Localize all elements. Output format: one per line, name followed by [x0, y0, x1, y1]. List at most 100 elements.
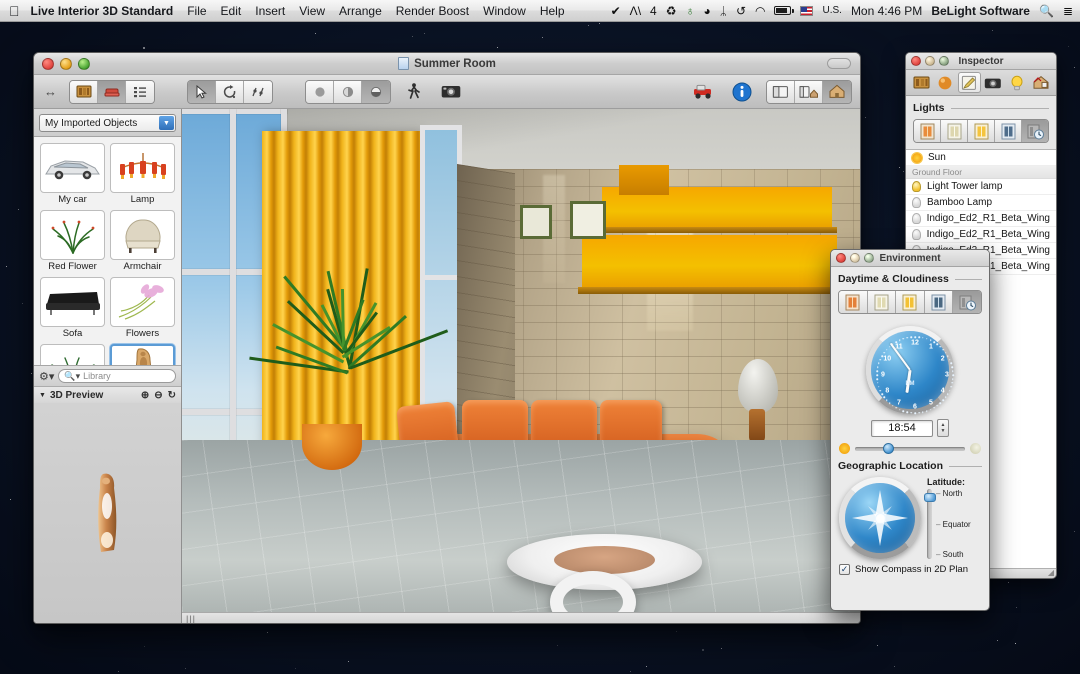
- resize-handle-icon[interactable]: ↔: [42, 84, 59, 99]
- list-item[interactable]: Indigo_Ed2_R1_Beta_Wing: [906, 227, 1056, 243]
- menu-help[interactable]: Help: [540, 4, 565, 18]
- viewport-horizontal-scrollbar[interactable]: |||: [182, 612, 860, 624]
- list-item[interactable]: Light Tower lamp: [906, 179, 1056, 195]
- bulb-icon[interactable]: [912, 181, 921, 192]
- scrollbar-grip-icon[interactable]: |||: [186, 614, 196, 624]
- library-item-bush[interactable]: Bush: [40, 344, 105, 365]
- photo-render-button[interactable]: [362, 81, 390, 103]
- plan-view-button[interactable]: [767, 81, 795, 103]
- walkthrough-tool[interactable]: [401, 75, 427, 108]
- preview-3d-viewport[interactable]: [34, 403, 181, 624]
- 3d-view-button[interactable]: [823, 81, 851, 103]
- light-mode-warm[interactable]: [914, 120, 941, 142]
- daytime-night[interactable]: [925, 291, 954, 313]
- bulb-icon[interactable]: [912, 197, 921, 208]
- daytime-sunset[interactable]: [839, 291, 868, 313]
- library-category-dropdown[interactable]: My Imported Objects ▼: [39, 114, 176, 132]
- apple-menu-icon[interactable]: : [9, 4, 20, 18]
- chevron-down-icon[interactable]: ▼: [159, 116, 174, 130]
- flag-icon[interactable]: [800, 6, 813, 16]
- recycle-icon[interactable]: ♻: [666, 4, 677, 18]
- light-mode-auto[interactable]: [1022, 120, 1048, 142]
- show-compass-checkbox[interactable]: ✓: [839, 564, 850, 575]
- daytime-custom-clock[interactable]: [953, 291, 981, 313]
- wifi-icon[interactable]: ◠: [755, 4, 765, 18]
- library-search-input[interactable]: 🔍▾ Library: [58, 369, 176, 383]
- latitude-slider[interactable]: [927, 489, 932, 559]
- menu-file[interactable]: File: [187, 4, 206, 18]
- rotate-tool[interactable]: [216, 81, 244, 103]
- globe-icon[interactable]: ♁: [685, 4, 694, 18]
- disclosure-triangle-icon[interactable]: ▼: [39, 392, 46, 399]
- library-item-red-flower[interactable]: Red Flower: [40, 210, 105, 273]
- info-button[interactable]: [728, 75, 756, 108]
- time-machine-icon[interactable]: ↺: [736, 4, 746, 18]
- materials-button[interactable]: [70, 81, 98, 103]
- menu-insert[interactable]: Insert: [255, 4, 285, 18]
- library-item-sofa[interactable]: Sofa: [40, 277, 105, 340]
- inspector-tab-environment[interactable]: [1030, 72, 1053, 93]
- menu-arrange[interactable]: Arrange: [339, 4, 382, 18]
- light-mode-bright[interactable]: [968, 120, 995, 142]
- camera-tool[interactable]: [437, 75, 465, 108]
- menu-edit[interactable]: Edit: [221, 4, 242, 18]
- compass-dial[interactable]: [839, 477, 921, 559]
- inspector-tab-camera[interactable]: [982, 72, 1005, 93]
- gear-icon[interactable]: ⚙▾: [39, 370, 54, 383]
- select-tool[interactable]: [188, 81, 216, 103]
- stepper-down-icon[interactable]: ▼: [941, 428, 946, 434]
- time-input[interactable]: 18:54: [871, 420, 933, 437]
- light-mode-neutral[interactable]: [941, 120, 968, 142]
- list-item[interactable]: Bamboo Lamp: [906, 195, 1056, 211]
- library-item-statue[interactable]: Statue: [110, 344, 175, 365]
- show-compass-row[interactable]: ✓ Show Compass in 2D Plan: [831, 559, 989, 575]
- slider-knob[interactable]: [883, 443, 894, 454]
- daytime-overcast[interactable]: [868, 291, 897, 313]
- latitude-knob[interactable]: [924, 493, 936, 502]
- properties-list-button[interactable]: [126, 81, 154, 103]
- resize-grip-icon[interactable]: ◢: [1048, 568, 1054, 577]
- light-mode-cool[interactable]: [995, 120, 1022, 142]
- menu-window[interactable]: Window: [483, 4, 526, 18]
- drive-mode-button[interactable]: [688, 75, 718, 108]
- current-user[interactable]: BeLight Software: [931, 4, 1030, 18]
- inspector-tab-lights[interactable]: [1006, 72, 1029, 93]
- menu-app-name[interactable]: Live Interior 3D Standard: [31, 4, 174, 18]
- inspector-tab-edit[interactable]: [958, 72, 981, 93]
- zoom-out-icon[interactable]: ⊖: [154, 390, 162, 401]
- library-item-lamp[interactable]: Lamp: [110, 143, 175, 206]
- droplet-icon[interactable]: ◕: [703, 4, 710, 18]
- library-item-flowers[interactable]: Flowers: [110, 277, 175, 340]
- render-viewport[interactable]: |||: [182, 109, 860, 624]
- input-locale-label[interactable]: U.S.: [822, 5, 841, 16]
- library-item-armchair[interactable]: Armchair: [110, 210, 175, 273]
- furniture-button[interactable]: [98, 81, 126, 103]
- bulb-icon[interactable]: [912, 229, 921, 240]
- list-item[interactable]: Indigo_Ed2_R1_Beta_Wing: [906, 211, 1056, 227]
- split-view-button[interactable]: [795, 81, 823, 103]
- time-of-day-clock[interactable]: 12 1 2 3 4 5 6 7 8 9 10 11 PM: [866, 326, 954, 414]
- search-icon[interactable]: 🔍: [1039, 4, 1054, 18]
- library-item-my-car[interactable]: My car: [40, 143, 105, 206]
- bulb-icon[interactable]: [912, 213, 921, 224]
- zoom-in-icon[interactable]: ⊕: [141, 390, 149, 401]
- inspector-title-bar[interactable]: Inspector: [906, 53, 1056, 70]
- time-of-day-slider[interactable]: [855, 447, 965, 451]
- toolbar-toggle-button[interactable]: [827, 58, 851, 69]
- window-title-bar[interactable]: Summer Room: [34, 53, 860, 75]
- inspector-tab-material[interactable]: [934, 72, 957, 93]
- menu-render-boost[interactable]: Render Boost: [396, 4, 469, 18]
- environment-title-bar[interactable]: Environment: [831, 250, 989, 267]
- menu-bar-clock[interactable]: Mon 4:46 PM: [851, 4, 922, 18]
- battery-icon[interactable]: [774, 6, 791, 15]
- flat-render-button[interactable]: [306, 81, 334, 103]
- move-tool[interactable]: [244, 81, 272, 103]
- dropbox-icon[interactable]: ✔: [611, 4, 621, 18]
- time-stepper[interactable]: ▲ ▼: [937, 419, 949, 437]
- bluetooth-icon[interactable]: ᛦ: [720, 4, 727, 18]
- text-input-icon[interactable]: Λ\: [630, 4, 641, 18]
- daytime-sunny[interactable]: [896, 291, 925, 313]
- list-item[interactable]: Sun: [906, 150, 1056, 166]
- inspector-tab-furniture[interactable]: [910, 72, 933, 93]
- shaded-render-button[interactable]: [334, 81, 362, 103]
